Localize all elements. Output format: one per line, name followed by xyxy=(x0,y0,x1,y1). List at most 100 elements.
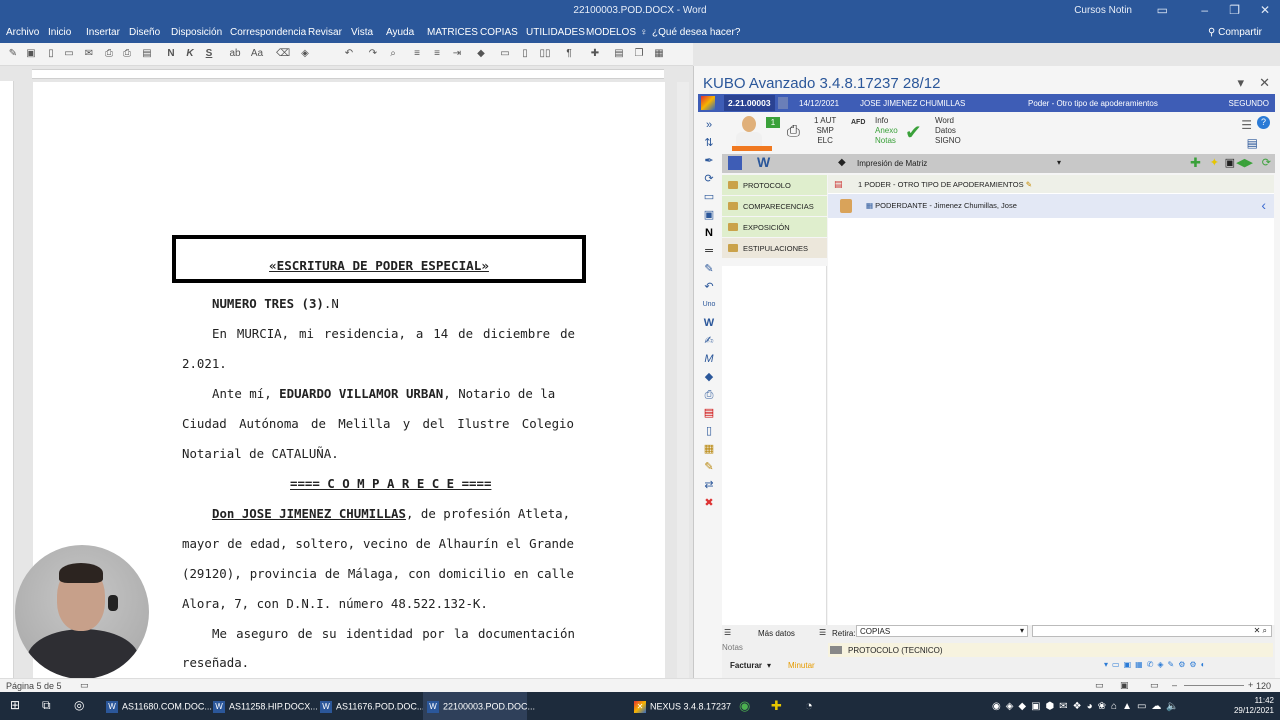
chevron-left-icon[interactable]: ‹ xyxy=(1261,197,1266,213)
taskbar-item-1[interactable]: W AS11680.COM.DOC... xyxy=(102,692,212,720)
app-g-icon[interactable]: ◔ xyxy=(805,692,813,720)
word-icon[interactable]: W xyxy=(702,316,716,330)
bulb-icon[interactable]: ✦ xyxy=(1210,156,1219,169)
zoom-out-icon[interactable]: – xyxy=(1172,680,1177,690)
task-view-icon[interactable]: ⧉ xyxy=(42,692,51,720)
copy-icon[interactable]: ❐ xyxy=(632,47,646,61)
zoom-slider[interactable] xyxy=(1184,685,1244,686)
ribbon-display-icon[interactable]: ▭ xyxy=(1157,3,1168,17)
undo-icon[interactable]: ↶ xyxy=(342,47,356,61)
tab-copias[interactable]: COPIAS xyxy=(480,27,518,38)
tree-item-estipulaciones[interactable]: ESTIPULACIONES xyxy=(722,238,827,258)
tab-insertar[interactable]: Insertar xyxy=(86,27,120,38)
clock[interactable]: 11:42 29/12/2021 xyxy=(1234,696,1274,716)
tab-inicio[interactable]: Inicio xyxy=(48,27,71,38)
tab-modelos[interactable]: MODELOS xyxy=(586,27,636,38)
lock-icon[interactable] xyxy=(778,97,788,109)
menu2-icon[interactable]: ☰ xyxy=(819,628,826,637)
table-icon[interactable]: ▦ xyxy=(652,47,666,61)
save-icon[interactable]: ▣ xyxy=(702,208,716,222)
clause-row-poderdante[interactable]: ▦ PODERDANTE - Jimenez Chumillas, Jose ‹ xyxy=(828,194,1274,218)
word-info[interactable]: Word Datos SIGNO xyxy=(935,116,961,146)
underline-icon[interactable]: S xyxy=(202,47,216,61)
facturar-dropdown-icon[interactable]: ▾ xyxy=(767,661,771,670)
nav-arrows-icon[interactable]: ◀▶ xyxy=(1236,156,1253,169)
bold-icon[interactable]: N xyxy=(164,47,178,61)
print-icon[interactable]: ⎙ xyxy=(120,47,134,61)
tab-diseno[interactable]: Diseño xyxy=(129,27,160,38)
tab-ayuda[interactable]: Ayuda xyxy=(386,27,414,38)
new-icon[interactable]: ▯ xyxy=(44,47,58,61)
kubo-dropdown-icon[interactable]: ▾ xyxy=(1237,75,1244,91)
align-center-icon[interactable]: ≡ xyxy=(430,47,444,61)
clipboard-icon[interactable]: ▦ xyxy=(702,442,716,456)
folder-icon[interactable]: ▤ xyxy=(140,47,154,61)
two-pages-icon[interactable]: ▯▯ xyxy=(538,47,552,61)
help-icon[interactable]: ? xyxy=(1257,116,1270,129)
print-layout-icon[interactable]: ▣ xyxy=(1120,680,1129,691)
stamp-icon[interactable]: ◆ xyxy=(702,370,716,384)
close-icon[interactable]: ✕ xyxy=(1260,3,1270,17)
redo-icon[interactable]: ↷ xyxy=(366,47,380,61)
info-links[interactable]: Info Anexo Notas xyxy=(875,116,898,146)
page-indicator[interactable]: Página 5 de 5 xyxy=(6,681,62,691)
web-layout-icon[interactable]: ▭ xyxy=(1150,680,1159,691)
tab-vista[interactable]: Vista xyxy=(351,27,373,38)
proofing-icon[interactable]: ▭ xyxy=(80,680,89,691)
open-icon[interactable]: ▭ xyxy=(62,47,76,61)
format-painter-icon[interactable]: ◈ xyxy=(298,47,312,61)
taskbar-item-4[interactable]: W 22100003.POD.DOC... xyxy=(423,692,535,720)
tell-me-input[interactable]: ¿Qué desea hacer? xyxy=(652,27,740,38)
protocol-ref[interactable]: 2.21.00003 xyxy=(724,95,775,111)
print-mode-select[interactable]: ◆ Impresión de Matriz ▾ xyxy=(832,156,1064,171)
tab-revisar[interactable]: Revisar xyxy=(308,27,342,38)
refresh-icon[interactable]: ⟳ xyxy=(1262,156,1271,169)
windows-start-icon[interactable]: ⊞ xyxy=(10,692,20,720)
search-field[interactable]: ✕ ⌕ xyxy=(1032,625,1272,637)
tree-item-protocolo[interactable]: PROTOCOLO xyxy=(722,175,827,195)
sort-icon[interactable]: ⇅ xyxy=(702,136,716,150)
preview-icon[interactable]: ⎙ xyxy=(102,47,116,61)
minimize-icon[interactable]: – xyxy=(1201,3,1208,17)
tree-item-exposicion[interactable]: EXPOSICIÓN xyxy=(722,217,827,237)
check-icon[interactable]: ✔ xyxy=(905,120,922,145)
print-icon[interactable]: ⎙ xyxy=(702,388,716,402)
retira-select[interactable]: COPIAS ▾ xyxy=(856,625,1028,637)
indent-icon[interactable]: ⇥ xyxy=(450,47,464,61)
vertical-ruler[interactable] xyxy=(0,81,14,678)
n-icon[interactable]: N xyxy=(702,226,716,240)
zoom-in-icon[interactable]: + xyxy=(1248,680,1253,690)
layout-icon[interactable]: ▭ xyxy=(498,47,512,61)
m-icon[interactable]: M xyxy=(702,352,716,366)
pencil-icon[interactable]: ✎ xyxy=(702,262,716,276)
minutar-button[interactable]: Minutar xyxy=(788,661,815,670)
menu-icon[interactable]: ☰ xyxy=(724,628,731,637)
uno-icon[interactable]: Uno xyxy=(702,298,716,312)
mas-datos-button[interactable]: Más datos xyxy=(758,629,795,638)
brush-icon[interactable]: ✎ xyxy=(702,460,716,474)
colors-icon[interactable]: ✖ xyxy=(702,496,716,510)
eraser-icon[interactable]: ⌫ xyxy=(276,47,290,61)
add-icon[interactable]: ✚ xyxy=(1190,155,1201,171)
share-button[interactable]: ⚲ Compartir xyxy=(1208,27,1262,38)
afd-icon[interactable]: AFD xyxy=(851,118,865,128)
notes-app-icon[interactable]: ✚ xyxy=(771,692,782,720)
disk-icon[interactable]: ▣ xyxy=(1225,156,1235,169)
font-size-icon[interactable]: Aa xyxy=(250,47,264,61)
find-icon[interactable]: ⌕ xyxy=(386,47,400,61)
notebook-icon[interactable] xyxy=(728,156,742,170)
refresh-icon[interactable]: ⟳ xyxy=(702,172,716,186)
italic-icon[interactable]: K xyxy=(183,47,197,61)
protocol-technical-row[interactable]: PROTOCOLO (TECNICO) xyxy=(828,643,1273,657)
document-icon[interactable]: ▯ xyxy=(702,424,716,438)
save-icon[interactable]: ▣ xyxy=(24,47,38,61)
transfer-icon[interactable]: ⇄ xyxy=(702,478,716,492)
page-icon[interactable]: ▯ xyxy=(518,47,532,61)
pen-icon[interactable]: ✒ xyxy=(702,154,716,168)
word-tab-icon[interactable]: W xyxy=(757,154,770,170)
stamp-icon[interactable]: ◆ xyxy=(474,47,488,61)
brush-icon[interactable]: ✎ xyxy=(6,47,20,61)
tab-disposicion[interactable]: Disposición xyxy=(171,27,222,38)
mail-icon[interactable]: ✉ xyxy=(82,47,96,61)
taskbar-item-3[interactable]: W AS11676.POD.DOC... xyxy=(316,692,424,720)
